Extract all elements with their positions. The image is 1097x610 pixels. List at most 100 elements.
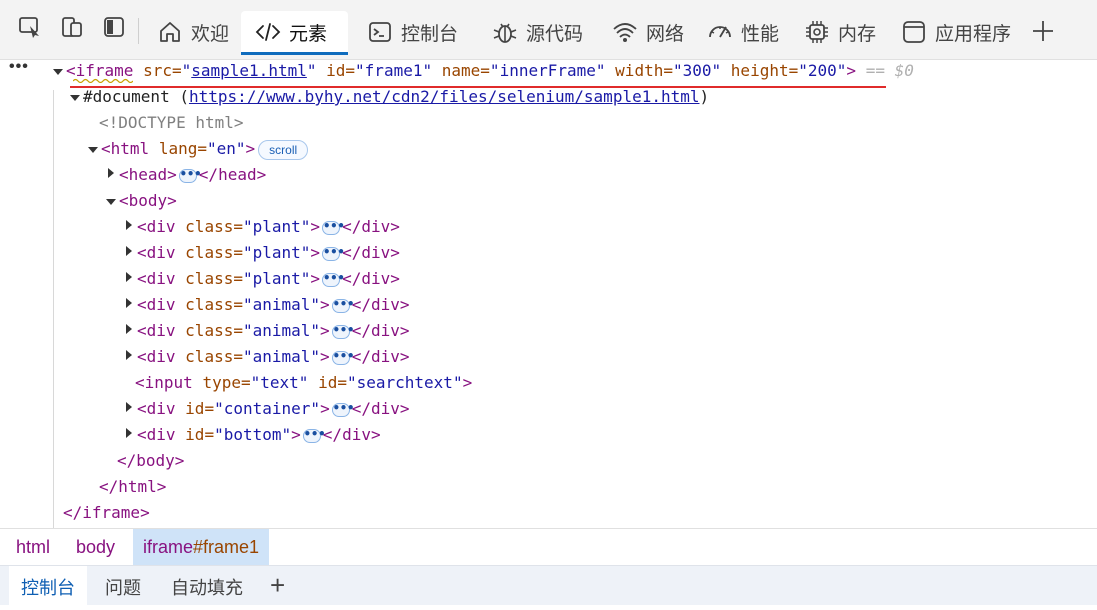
more-options-dots[interactable]: ••• [9, 58, 29, 76]
expand-arrow-icon[interactable] [53, 69, 63, 75]
tag-close: </div> [342, 217, 400, 236]
tag-close: > [462, 373, 473, 392]
collapse-arrow-icon[interactable] [126, 402, 132, 412]
drawer-tab-autofill[interactable]: 自动填充 [159, 566, 255, 606]
toolbar-divider [138, 18, 139, 44]
tab-memory[interactable]: 内存 [790, 11, 890, 53]
tag-name: <head> [119, 165, 177, 184]
gauge-icon [709, 26, 731, 38]
console-icon [369, 22, 391, 42]
dom-node-div[interactable]: <div class="plant"> •••</div> [137, 214, 400, 240]
dom-node-div-bottom[interactable]: <div id="bottom"> •••</div> [137, 422, 381, 448]
add-drawer-tab-button[interactable]: + [270, 570, 285, 600]
dom-node-head[interactable]: <head> •••</head> [119, 162, 266, 188]
ellipsis-badge[interactable]: ••• [322, 246, 345, 261]
dom-node-iframe[interactable]: <iframe src="sample1.html" id="frame1" n… [66, 58, 914, 84]
attr-value: 200 [807, 61, 837, 80]
attr-value: innerFrame [499, 61, 596, 80]
tab-elements[interactable]: 元素 [241, 11, 348, 55]
ellipsis-badge[interactable]: ••• [331, 298, 354, 313]
dom-node-html[interactable]: <html lang="en"> scroll [101, 136, 309, 162]
collapse-arrow-icon[interactable] [126, 272, 132, 282]
dom-node-body[interactable]: <body> [119, 188, 177, 214]
attr-value: animal [252, 295, 311, 314]
chip-icon [806, 21, 828, 43]
document-label-close: ) [699, 87, 710, 106]
breadcrumb-item-body[interactable]: body [68, 529, 123, 565]
breadcrumb-item-iframe[interactable]: iframe#frame1 [133, 529, 270, 565]
breadcrumb-item-html[interactable]: html [8, 529, 58, 565]
attr-link[interactable]: sample1.html [191, 61, 307, 80]
doctype-text: <!DOCTYPE html> [99, 113, 244, 132]
drawer-tab-console[interactable]: 控制台 [9, 566, 87, 606]
dom-node-body-close[interactable]: </body> [117, 448, 184, 474]
ellipsis-badge[interactable]: ••• [302, 428, 325, 443]
drawer-tab-issues[interactable]: 问题 [93, 566, 153, 606]
tab-console[interactable]: 控制台 [353, 11, 472, 53]
collapse-arrow-icon[interactable] [108, 168, 114, 178]
tab-label: 内存 [838, 23, 877, 45]
collapse-arrow-icon[interactable] [126, 350, 132, 360]
document-label: #document ( [83, 87, 189, 106]
attr-name: class= [185, 217, 243, 236]
dom-node-div[interactable]: <div class="animal"> •••</div> [137, 318, 409, 344]
add-tab-button[interactable] [1026, 14, 1060, 48]
ellipsis-badge[interactable]: ••• [331, 350, 354, 365]
attr-value: 300 [682, 61, 712, 80]
expand-arrow-icon[interactable] [70, 95, 80, 101]
ellipsis-badge[interactable]: ••• [178, 168, 201, 183]
wifi-icon [613, 23, 637, 42]
tag-close: </div> [342, 269, 400, 288]
tag-close: > [846, 61, 857, 80]
plus-icon [1033, 21, 1053, 41]
tag-close: </div> [342, 243, 400, 262]
attr-name: height= [730, 61, 799, 80]
breadcrumb-tag: iframe [143, 537, 194, 557]
tab-sources[interactable]: 源代码 [478, 11, 597, 53]
attr-name: src= [143, 61, 182, 80]
dom-node-div[interactable]: <div class="animal"> •••</div> [137, 344, 409, 370]
breadcrumb-id: #frame1 [193, 537, 260, 557]
tag-name: <div [137, 425, 176, 444]
dom-node-div[interactable]: <div class="plant"> •••</div> [137, 240, 400, 266]
attr-name: name= [441, 61, 490, 80]
device-emulation-button[interactable] [55, 10, 89, 44]
tab-label: 控制台 [401, 23, 459, 45]
dom-node-html-close[interactable]: </html> [99, 474, 166, 500]
tag-name: <div [137, 347, 176, 366]
tag-name: <div [137, 269, 176, 288]
dom-node-doctype[interactable]: <!DOCTYPE html> [99, 110, 244, 136]
scroll-badge[interactable]: scroll [258, 139, 309, 160]
ellipsis-badge[interactable]: ••• [322, 272, 345, 287]
tab-application[interactable]: 应用程序 [887, 11, 1025, 53]
dom-node-div[interactable]: <div class="animal"> •••</div> [137, 292, 409, 318]
dom-node-iframe-close[interactable]: </iframe> [63, 500, 150, 526]
collapse-arrow-icon[interactable] [126, 246, 132, 256]
expand-arrow-icon[interactable] [88, 147, 98, 153]
collapse-arrow-icon[interactable] [126, 428, 132, 438]
dom-node-div[interactable]: <div class="plant"> •••</div> [137, 266, 400, 292]
inspect-element-button[interactable] [13, 10, 47, 44]
tag-name: <input [135, 373, 193, 392]
ellipsis-badge[interactable]: ••• [331, 402, 354, 417]
dom-node-document[interactable]: #document (https://www.byhy.net/cdn2/fil… [83, 84, 709, 110]
toggle-sidebar-button[interactable] [97, 10, 131, 44]
tab-performance[interactable]: 性能 [693, 11, 793, 53]
collapse-arrow-icon[interactable] [126, 220, 132, 230]
collapse-arrow-icon[interactable] [126, 324, 132, 334]
attr-name: class= [185, 321, 243, 340]
ellipsis-badge[interactable]: ••• [331, 324, 354, 339]
attr-value: animal [252, 321, 311, 340]
expand-arrow-icon[interactable] [106, 199, 116, 205]
tab-label: 性能 [741, 23, 780, 45]
tag-close: </body> [117, 451, 185, 470]
dom-node-div-container[interactable]: <div id="container"> •••</div> [137, 396, 410, 422]
drawer-tabbar: 控制台 问题 自动填充 + [0, 565, 1097, 606]
ellipsis-badge[interactable]: ••• [322, 220, 345, 235]
tab-welcome[interactable]: 欢迎 [143, 11, 243, 53]
dom-node-input[interactable]: <input type="text" id="searchtext"> [135, 370, 472, 396]
tab-network[interactable]: 网络 [598, 11, 698, 53]
document-url-link[interactable]: https://www.byhy.net/cdn2/files/selenium… [189, 87, 700, 106]
collapse-arrow-icon[interactable] [126, 298, 132, 308]
attr-value: animal [252, 347, 311, 366]
